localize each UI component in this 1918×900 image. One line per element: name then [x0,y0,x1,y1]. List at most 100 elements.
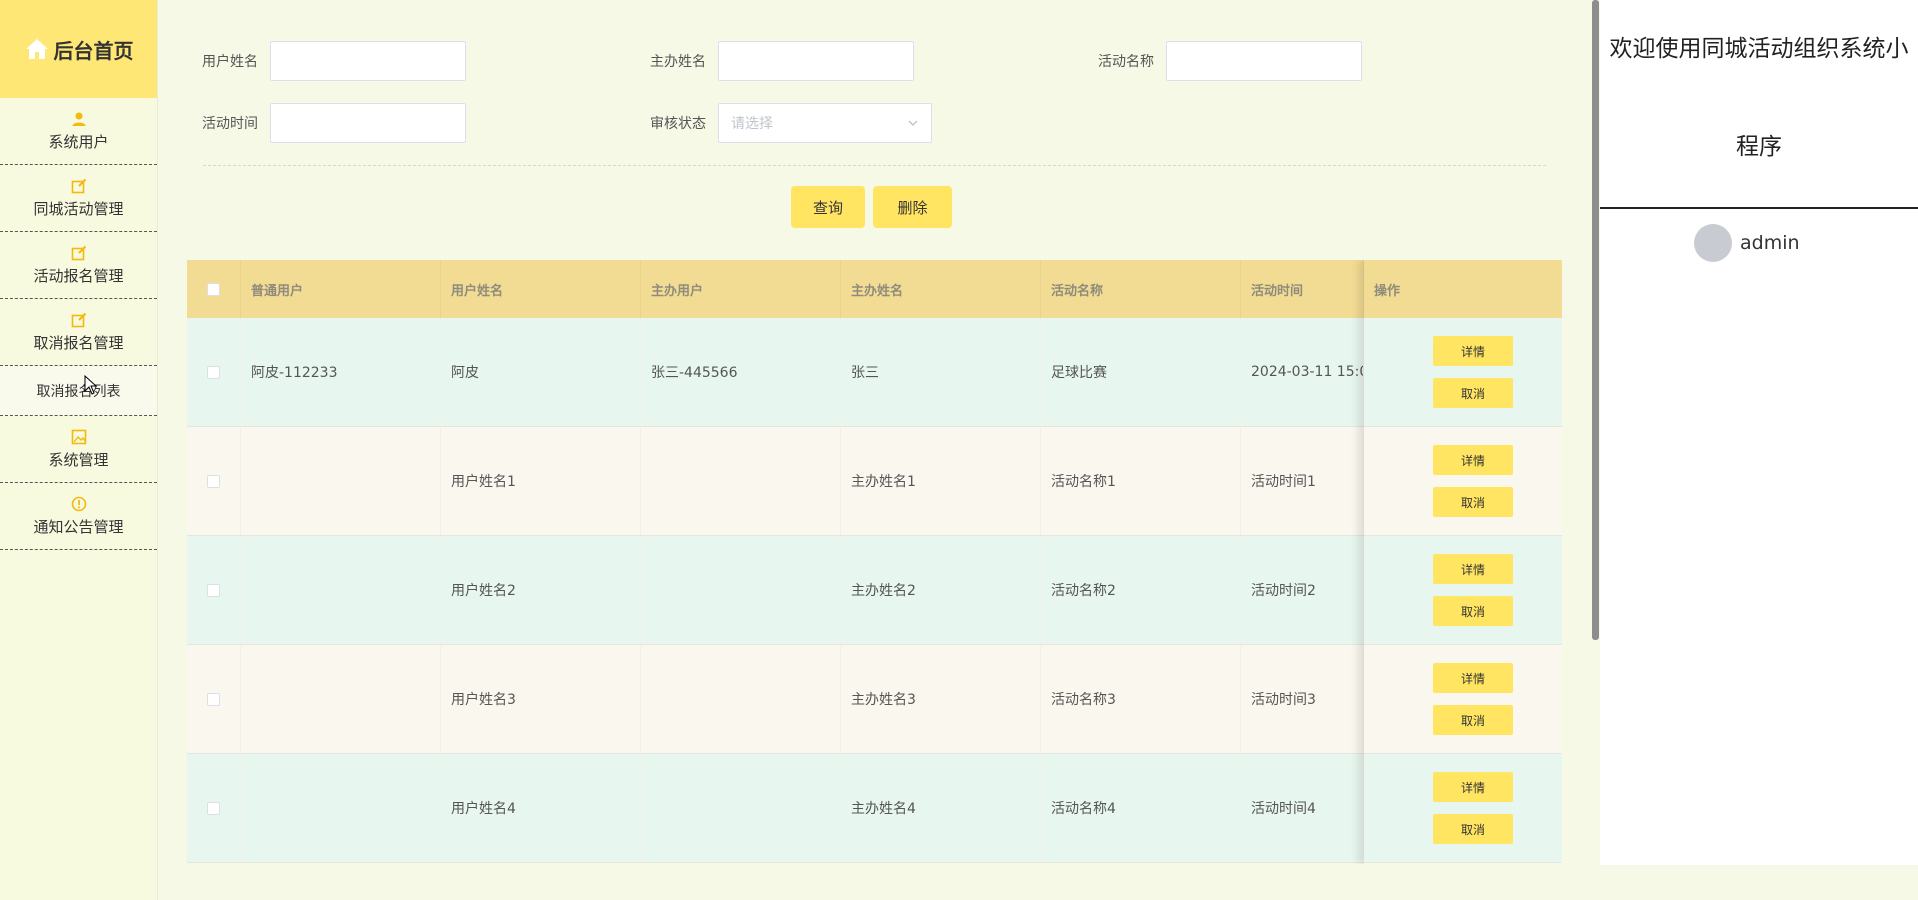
cell-user-name: 用户姓名4 [441,754,641,862]
cell-host-user [641,754,841,862]
select-all-checkbox[interactable] [207,282,220,296]
home-label: 后台首页 [53,38,134,63]
home-link[interactable]: 后台首页 [0,0,157,98]
table-row: 用户姓名3 主办姓名3 活动名称3 活动时间3 详情 取消 [187,645,1562,754]
activity-name-input[interactable] [1166,41,1362,81]
user-info[interactable]: admin [1694,224,1800,262]
header-activity-name: 活动名称 [1041,260,1241,318]
sidebar: 后台首页 系统用户 同城活动管理 活动报名管理 取消报名管理 取消报名列表 系统… [0,0,158,900]
cell-common-user [241,536,441,644]
table-row: 用户姓名1 主办姓名1 活动名称1 活动时间1 详情 取消 [187,427,1562,536]
cell-host-user [641,427,841,535]
welcome-title-line1: 欢迎使用同城活动组织系统小 [1609,36,1909,62]
header-activity-time: 活动时间 [1241,260,1364,318]
row-checkbox[interactable] [207,801,220,815]
filter-activity-name: 活动名称 [1054,41,1362,81]
detail-button[interactable]: 详情 [1433,445,1513,475]
image-icon [71,429,86,444]
cancel-button[interactable]: 取消 [1433,596,1513,626]
data-table: 普通用户 用户姓名 主办用户 主办姓名 活动名称 活动时间 操作 阿皮-1122… [187,260,1562,864]
row-select-cell [187,427,241,535]
sidebar-subitem-cancel-signup-list[interactable]: 取消报名列表 [0,366,157,416]
cell-activity-name: 足球比赛 [1041,318,1241,426]
welcome-divider [1600,207,1918,209]
scrollbar-thumb[interactable] [1592,0,1599,640]
detail-button[interactable]: 详情 [1433,663,1513,693]
cell-host-name: 张三 [841,318,1041,426]
table-row: 用户姓名2 主办姓名2 活动名称2 活动时间2 详情 取消 [187,536,1562,645]
sidebar-item-signup-management[interactable]: 活动报名管理 [0,232,157,299]
sidebar-item-system-management[interactable]: 系统管理 [0,416,157,483]
cell-host-user: 张三-445566 [641,318,841,426]
review-status-placeholder: 请选择 [731,116,773,132]
filter-user-name: 用户姓名 [158,41,466,81]
detail-button[interactable]: 详情 [1433,336,1513,366]
filter-divider [203,165,1546,166]
avatar [1694,224,1732,262]
row-select-cell [187,318,241,426]
cell-activity-name: 活动名称1 [1041,427,1241,535]
cell-activity-time: 2024-03-11 15:09: [1241,318,1364,426]
row-checkbox[interactable] [207,474,220,488]
header-common-user: 普通用户 [241,260,441,318]
cancel-button[interactable]: 取消 [1433,814,1513,844]
edit-icon [71,245,86,260]
detail-button[interactable]: 详情 [1433,772,1513,802]
row-select-cell [187,536,241,644]
cell-common-user [241,427,441,535]
filter-host-name: 主办姓名 [606,41,914,81]
cell-host-name: 主办姓名2 [841,536,1041,644]
row-select-cell [187,645,241,753]
activity-time-input[interactable] [270,103,466,143]
table-row: 阿皮-112233 阿皮 张三-445566 张三 足球比赛 2024-03-1… [187,318,1562,427]
cell-common-user [241,754,441,862]
home-icon [25,39,48,59]
sidebar-item-system-users[interactable]: 系统用户 [0,98,157,165]
edit-icon [71,312,86,327]
right-panel: 欢迎使用同城活动组织系统小 程序 admin [1600,0,1918,865]
header-host-user: 主办用户 [641,260,841,318]
sidebar-item-activity-management[interactable]: 同城活动管理 [0,165,157,232]
delete-button[interactable]: 删除 [873,186,952,228]
cell-user-name: 用户姓名2 [441,536,641,644]
detail-button[interactable]: 详情 [1433,554,1513,584]
username: admin [1740,232,1800,254]
review-status-label: 审核状态 [650,116,706,132]
sidebar-item-notice-management[interactable]: 通知公告管理 [0,483,157,550]
review-status-select[interactable]: 请选择 [718,103,932,143]
query-button[interactable]: 查询 [791,186,865,228]
sidebar-item-label: 系统管理 [48,450,109,469]
cell-common-user: 阿皮-112233 [241,318,441,426]
user-name-label: 用户姓名 [202,54,258,70]
sidebar-item-cancel-signup-management[interactable]: 取消报名管理 [0,299,157,366]
cancel-button[interactable]: 取消 [1433,487,1513,517]
cell-user-name: 用户姓名3 [441,645,641,753]
sidebar-item-label: 通知公告管理 [33,517,124,536]
row-select-cell [187,754,241,862]
host-name-input[interactable] [718,41,914,81]
header-select-all-cell [187,260,241,318]
table-row: 用户姓名4 主办姓名4 活动名称4 活动时间4 详情 取消 [187,754,1562,863]
row-checkbox[interactable] [207,583,220,597]
cell-user-name: 阿皮 [441,318,641,426]
cancel-button[interactable]: 取消 [1433,378,1513,408]
header-host-name: 主办姓名 [841,260,1041,318]
row-checkbox[interactable] [207,365,220,379]
filter-activity-time: 活动时间 [158,103,466,143]
cell-host-name: 主办姓名1 [841,427,1041,535]
welcome-title-line2: 程序 [1736,134,1782,160]
header-user-name: 用户姓名 [441,260,641,318]
header-actions: 操作 [1374,283,1401,299]
main-content: 用户姓名 主办姓名 活动名称 活动时间 审核状态 请选择 查询 删除 普通用户 … [158,0,1590,900]
sidebar-item-label: 取消报名管理 [33,333,124,352]
page-scrollbar[interactable] [1590,0,1600,900]
user-name-input[interactable] [270,41,466,81]
table-header: 普通用户 用户姓名 主办用户 主办姓名 活动名称 活动时间 操作 [187,260,1562,318]
row-checkbox[interactable] [207,692,220,706]
cancel-button[interactable]: 取消 [1433,705,1513,735]
edit-icon [71,178,86,193]
cell-activity-name: 活动名称4 [1041,754,1241,862]
filter-review-status: 审核状态 请选择 [606,103,932,143]
cell-host-name: 主办姓名4 [841,754,1041,862]
cell-host-name: 主办姓名3 [841,645,1041,753]
